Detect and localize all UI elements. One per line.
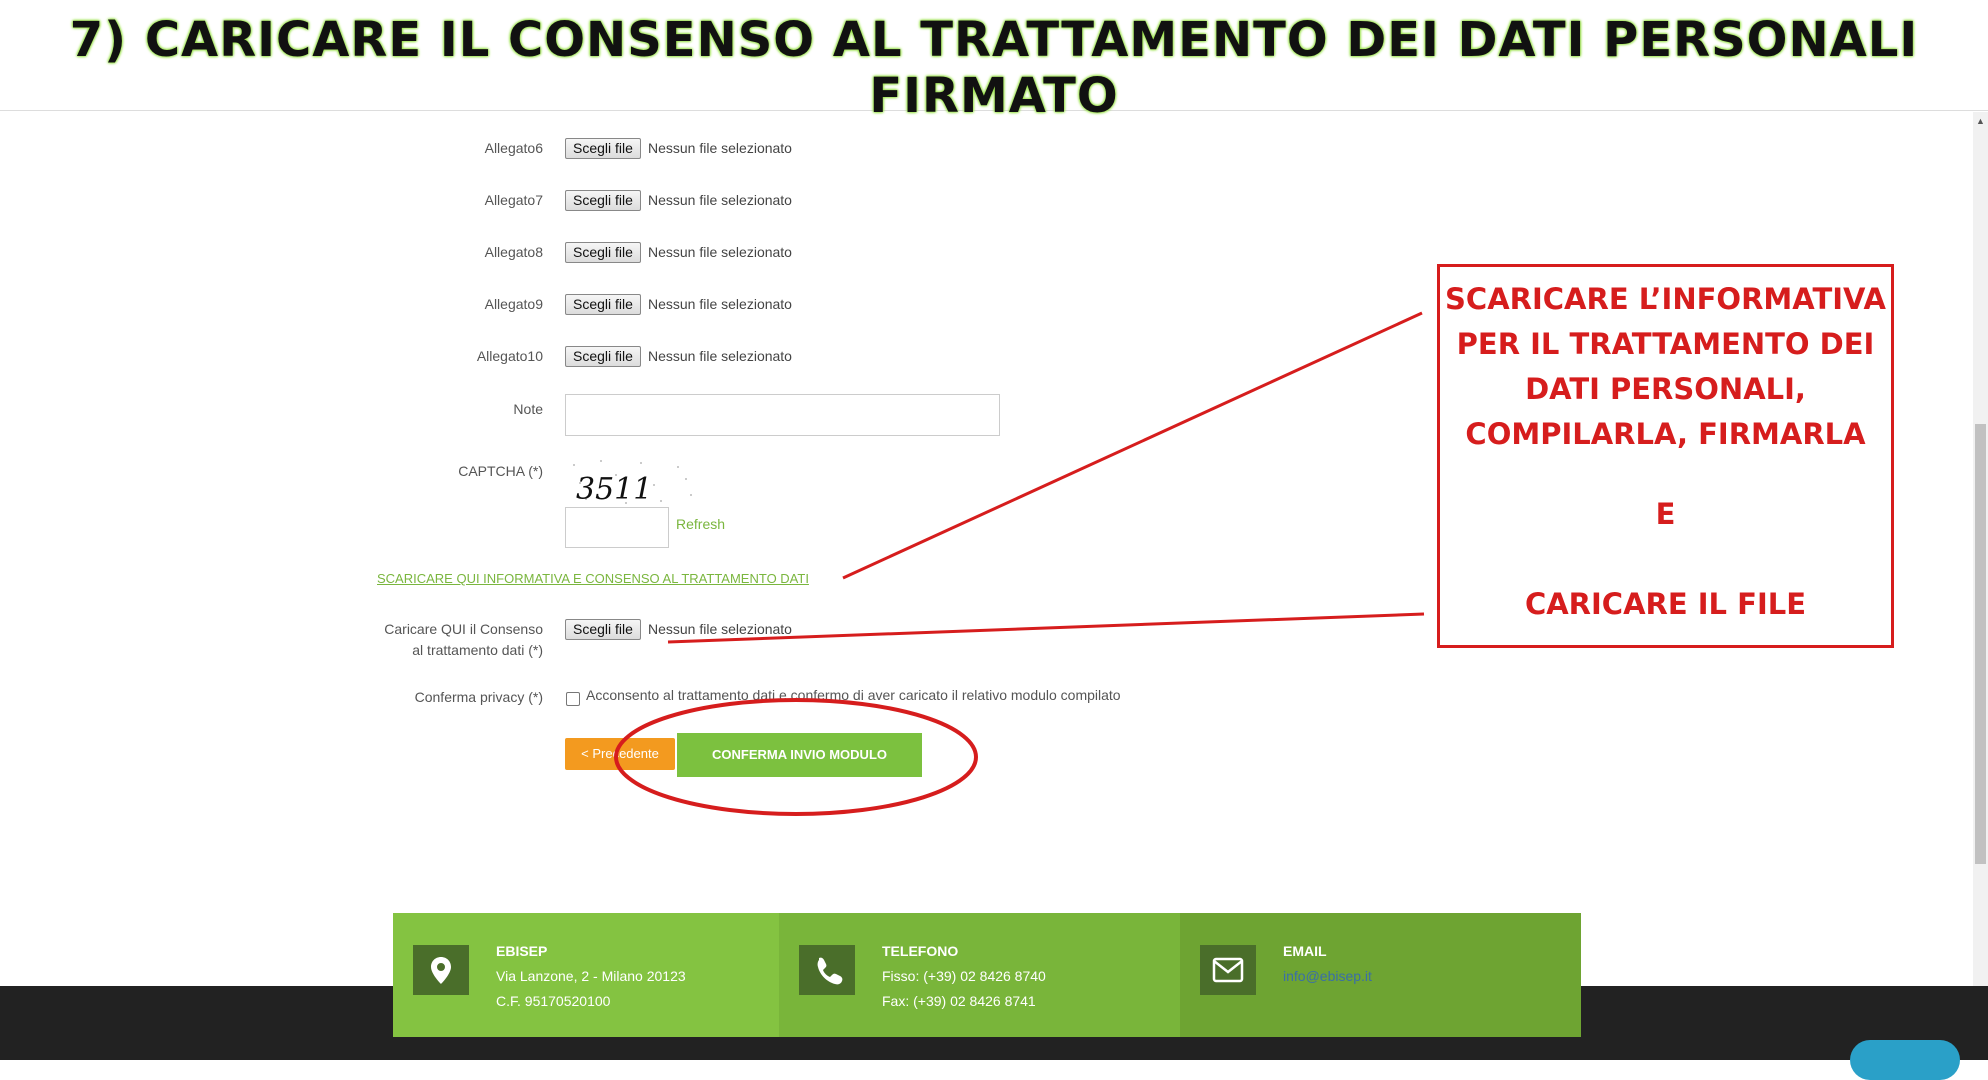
consent-choose-file-button[interactable]: Scegli file [565, 619, 641, 640]
footer-fax-number: Fax: (+39) 02 8426 8741 [882, 993, 1036, 1009]
download-consent-link[interactable]: SCARICARE QUI INFORMATIVA E CONSENSO AL … [377, 571, 809, 586]
captcha-refresh-link[interactable]: Refresh [676, 516, 725, 532]
footer-address-panel: EBISEP Via Lanzone, 2 - Milano 20123 C.F… [393, 913, 779, 1037]
privacy-consent-text: Acconsento al trattamento dati e conferm… [586, 687, 1121, 703]
choose-file-button[interactable]: Scegli file [565, 346, 641, 367]
footer-email-title: EMAIL [1283, 943, 1327, 959]
footer-phone-title: TELEFONO [882, 943, 959, 959]
phone-icon [799, 945, 855, 995]
banner-title: 7) CARICARE IL CONSENSO AL TRATTAMENTO D… [69, 12, 1919, 124]
footer-phone-number: Fisso: (+39) 02 8426 8740 [882, 968, 1046, 984]
callout-line: SCARICARE L’INFORMATIVA [1445, 282, 1886, 316]
captcha-image: 3511 [573, 460, 692, 507]
callout-line: PER IL TRATTAMENTO DEI [1456, 327, 1875, 361]
footer-address-line: Via Lanzone, 2 - Milano 20123 [496, 968, 686, 984]
instruction-banner: 7) CARICARE IL CONSENSO AL TRATTAMENTO D… [0, 0, 1988, 124]
captcha-text: 3511 [576, 472, 652, 507]
annotation-arrow-download [842, 311, 1423, 580]
page-scrollbar[interactable]: ▲ [1973, 112, 1988, 1060]
callout-text: SCARICARE L’INFORMATIVA PER IL TRATTAMEN… [1440, 277, 1891, 457]
footer-address-title: EBISEP [496, 943, 548, 959]
choose-file-button[interactable]: Scegli file [565, 190, 641, 211]
callout-line: COMPILARLA, FIRMARLA [1465, 417, 1866, 451]
attachment-label: Allegato10 [476, 348, 543, 364]
consent-label-line1: Caricare QUI il Consenso [384, 621, 543, 637]
map-marker-icon [413, 945, 469, 995]
captcha-label: CAPTCHA (*) [458, 463, 543, 479]
envelope-icon [1200, 945, 1256, 995]
callout-line: DATI PERSONALI, [1525, 372, 1806, 406]
callout-bottom: CARICARE IL FILE [1524, 587, 1807, 621]
previous-button[interactable]: < Precedente [565, 738, 675, 770]
privacy-label: Conferma privacy (*) [414, 689, 543, 705]
note-textarea[interactable] [565, 394, 1000, 436]
scroll-up-arrow-icon[interactable]: ▲ [1976, 116, 1985, 126]
choose-file-button[interactable]: Scegli file [565, 242, 641, 263]
footer-fiscal-code: C.F. 95170520100 [496, 993, 611, 1009]
captcha-input[interactable] [565, 507, 669, 548]
attachment-label: Allegato8 [484, 244, 543, 260]
no-file-text: Nessun file selezionato [648, 192, 792, 208]
no-file-text: Nessun file selezionato [648, 244, 792, 260]
attachment-label: Allegato9 [484, 296, 543, 312]
attachment-label: Allegato6 [484, 140, 543, 156]
no-file-text: Nessun file selezionato [648, 348, 792, 364]
choose-file-button[interactable]: Scegli file [565, 294, 641, 315]
annotation-callout: SCARICARE L’INFORMATIVA PER IL TRATTAMEN… [1437, 264, 1894, 648]
privacy-checkbox[interactable] [566, 692, 580, 706]
no-file-text: Nessun file selezionato [648, 296, 792, 312]
submit-form-button[interactable]: CONFERMA INVIO MODULO [677, 733, 922, 777]
chat-widget-button[interactable] [1850, 1040, 1960, 1080]
footer-phone-panel: TELEFONO Fisso: (+39) 02 8426 8740 Fax: … [779, 913, 1180, 1037]
consent-label-line2: al trattamento dati (*) [412, 642, 543, 658]
footer-email-link[interactable]: info@ebisep.it [1283, 968, 1372, 984]
consent-no-file-text: Nessun file selezionato [648, 621, 792, 637]
no-file-text: Nessun file selezionato [648, 140, 792, 156]
callout-middle: E [1655, 497, 1676, 531]
choose-file-button[interactable]: Scegli file [565, 138, 641, 159]
scroll-thumb[interactable] [1975, 424, 1986, 864]
note-label: Note [513, 401, 543, 417]
attachment-label: Allegato7 [484, 192, 543, 208]
footer-email-panel: EMAIL info@ebisep.it [1180, 913, 1581, 1037]
